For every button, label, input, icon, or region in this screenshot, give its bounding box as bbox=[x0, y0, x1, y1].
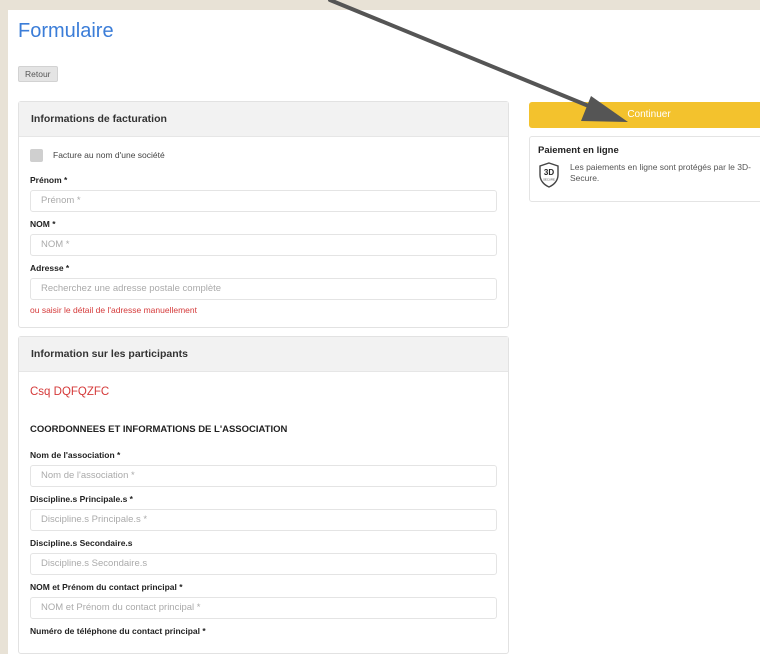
address-search-input[interactable]: Recherchez une adresse postale complète bbox=[30, 278, 497, 300]
first-name-input[interactable]: Prénom * bbox=[30, 190, 497, 212]
participants-card-body: Csq DQFQZFC COORDONNEES ET INFORMATIONS … bbox=[19, 372, 508, 653]
participants-card: Information sur les participants Csq DQF… bbox=[18, 336, 509, 654]
main-contact-name-label: NOM et Prénom du contact principal * bbox=[30, 582, 183, 592]
form-column: Informations de facturation Facture au n… bbox=[18, 101, 509, 654]
form-page: Formulaire Retour Informations de factur… bbox=[8, 10, 760, 654]
main-contact-phone-label: Numéro de téléphone du contact principal… bbox=[30, 626, 206, 636]
billing-card-body: Facture au nom d'une société Prénom * Pr… bbox=[19, 137, 508, 327]
billing-card-heading: Informations de facturation bbox=[19, 102, 508, 137]
back-button[interactable]: Retour bbox=[18, 66, 58, 82]
last-name-input[interactable]: NOM * bbox=[30, 234, 497, 256]
last-name-label: NOM * bbox=[30, 219, 56, 229]
secure-badge-sub-text: SECURE bbox=[543, 178, 555, 182]
main-discipline-label: Discipline.s Principale.s * bbox=[30, 494, 133, 504]
participant-name: Csq DQFQZFC bbox=[30, 386, 110, 398]
main-contact-name-input[interactable]: NOM et Prénom du contact principal * bbox=[30, 597, 497, 619]
online-payment-title: Paiement en ligne bbox=[538, 145, 619, 156]
secure-payment-text: Les paiements en ligne sont protégés par… bbox=[570, 162, 751, 183]
secondary-discipline-label: Discipline.s Secondaire.s bbox=[30, 538, 133, 548]
secure-payment-info: 3D SECURE Les paiements en ligne sont pr… bbox=[538, 162, 760, 188]
first-name-label: Prénom * bbox=[30, 175, 68, 185]
main-discipline-input[interactable]: Discipline.s Principale.s * bbox=[30, 509, 497, 531]
3d-secure-shield-icon: 3D SECURE bbox=[539, 162, 559, 188]
secure-badge-main-text: 3D bbox=[544, 168, 554, 177]
page-title: Formulaire bbox=[18, 20, 114, 42]
summary-column: Continuer Paiement en ligne 3D SECURE Le… bbox=[529, 102, 760, 202]
company-invoice-checkbox[interactable] bbox=[30, 148, 43, 162]
address-label: Adresse * bbox=[30, 263, 70, 273]
billing-card: Informations de facturation Facture au n… bbox=[18, 101, 509, 328]
company-invoice-option[interactable]: Facture au nom d'une société bbox=[30, 147, 497, 163]
secondary-discipline-input[interactable]: Discipline.s Secondaire.s bbox=[30, 553, 497, 575]
company-invoice-label: Facture au nom d'une société bbox=[53, 150, 165, 160]
continue-button[interactable]: Continuer bbox=[529, 102, 760, 128]
online-payment-card: Paiement en ligne 3D SECURE Les paiement… bbox=[529, 136, 760, 202]
manual-address-link[interactable]: ou saisir le détail de l'adresse manuell… bbox=[30, 305, 497, 315]
association-name-input[interactable]: Nom de l'association * bbox=[30, 465, 497, 487]
association-name-label: Nom de l'association * bbox=[30, 450, 121, 460]
association-section-title: COORDONNEES ET INFORMATIONS DE L'ASSOCIA… bbox=[30, 424, 288, 435]
participants-card-heading: Information sur les participants bbox=[19, 337, 508, 372]
